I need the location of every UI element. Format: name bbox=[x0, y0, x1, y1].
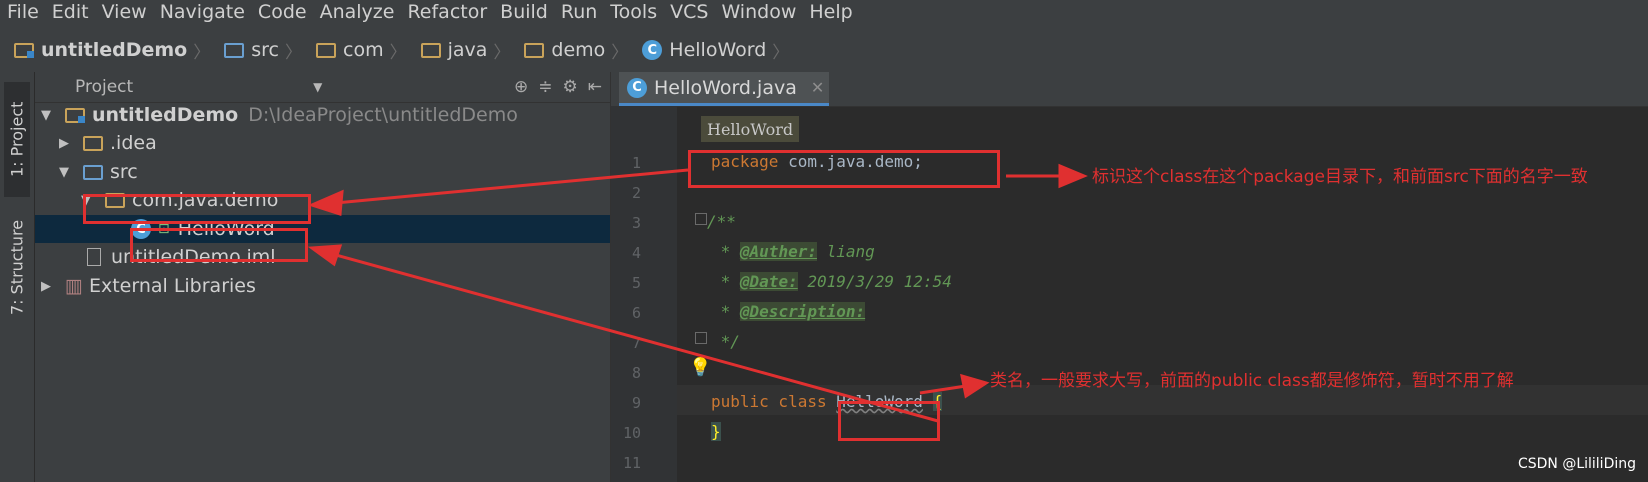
annotation-arrows bbox=[307, 163, 1088, 423]
annotation-note-package: 标识这个class在这个package目录下，和前面src下面的名字一致 bbox=[1092, 167, 1588, 187]
arrow-line bbox=[324, 250, 939, 423]
arrow-head bbox=[960, 373, 990, 399]
arrow-head bbox=[307, 189, 344, 217]
arrow-line bbox=[919, 384, 967, 395]
arrow-line bbox=[324, 168, 689, 206]
arrow-head bbox=[307, 244, 343, 267]
arrow-head bbox=[1058, 163, 1088, 189]
annotation-note-class: 类名，一般要求大写，前面的public class都是修饰符，暂时不用了解 bbox=[990, 371, 1514, 391]
watermark: CSDN @LililiDing bbox=[1517, 456, 1636, 472]
